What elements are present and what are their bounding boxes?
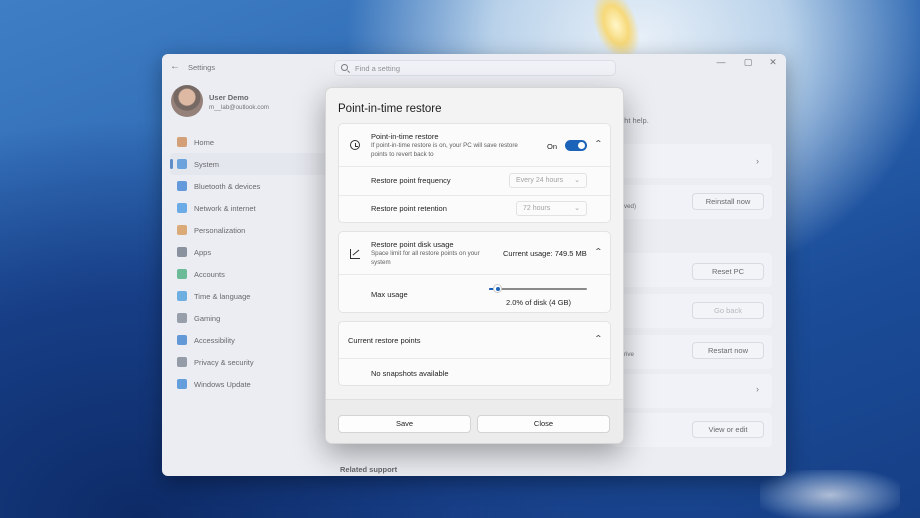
max-usage-value: 2.0% of disk (4 GB) <box>506 298 572 307</box>
retention-label: Restore point retention <box>371 204 447 213</box>
toggle-state-label: On <box>547 142 558 151</box>
chevron-up-icon[interactable]: ⌃ <box>594 247 603 256</box>
slider-thumb[interactable] <box>493 284 502 293</box>
history-icon <box>350 140 360 150</box>
chevron-down-icon: ⌄ <box>574 177 580 184</box>
divider <box>339 358 610 359</box>
pitr-description: If point-in-time restore is on, your PC … <box>371 142 518 158</box>
save-button[interactable]: Save <box>338 415 471 433</box>
chevron-down-icon: ⌄ <box>574 205 580 212</box>
frequency-dropdown[interactable]: Every 24 hours ⌄ <box>509 173 587 188</box>
disk-usage-description: Space limit for all restore points on yo… <box>371 250 480 266</box>
close-button[interactable]: Close <box>477 415 610 433</box>
no-snapshots-text: No snapshots available <box>371 369 449 378</box>
pitr-heading: Point-in-time restore <box>371 132 439 141</box>
wallpaper-light-flare-bottom <box>760 470 900 518</box>
disk-usage-card: Restore point disk usage Space limit for… <box>338 231 611 313</box>
retention-value: 72 hours <box>523 205 551 212</box>
pitr-toggle[interactable] <box>565 140 587 151</box>
restore-points-heading: Current restore points <box>348 336 421 345</box>
chart-icon <box>350 249 360 259</box>
pitr-settings-card: Point-in-time restore If point-in-time r… <box>338 123 611 223</box>
frequency-value: Every 24 hours <box>516 177 564 184</box>
retention-dropdown[interactable]: 72 hours ⌄ <box>516 201 587 216</box>
max-usage-slider[interactable] <box>489 288 587 290</box>
disk-usage-heading: Restore point disk usage <box>371 240 454 249</box>
restore-points-card: Current restore points ⌃ No snapshots av… <box>338 321 611 386</box>
dialog-footer: Save Close <box>326 399 623 443</box>
current-usage-text: Current usage: 749.5 MB <box>503 249 587 258</box>
chevron-up-icon[interactable]: ⌃ <box>594 334 603 343</box>
chevron-up-icon[interactable]: ⌃ <box>594 139 603 148</box>
divider <box>339 274 610 275</box>
dialog-title: Point-in-time restore <box>338 103 442 115</box>
divider <box>339 195 610 196</box>
divider <box>339 166 610 167</box>
max-usage-label: Max usage <box>371 290 408 299</box>
point-in-time-restore-dialog: Point-in-time restore Point-in-time rest… <box>325 87 624 444</box>
frequency-label: Restore point frequency <box>371 176 451 185</box>
